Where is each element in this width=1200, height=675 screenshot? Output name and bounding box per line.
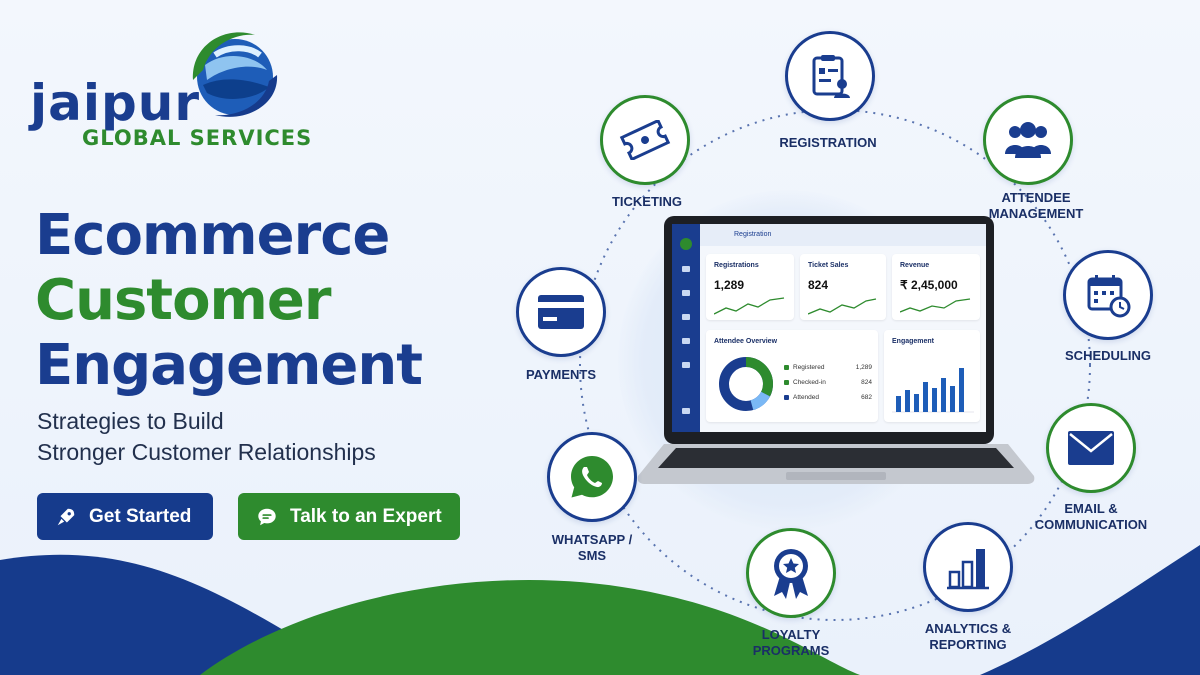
hero-title-line3: Engagement [35, 333, 423, 398]
engagement-title: Engagement [892, 338, 935, 345]
feature-analytics-label: ANALYTICS & REPORTING [924, 621, 1012, 653]
legend-checked-in: Checked-in 824 [784, 379, 872, 386]
legend-label: Checked-in [793, 379, 826, 386]
feature-ticketing-circle[interactable] [600, 95, 690, 185]
feature-email-label: EMAIL & COMMUNICATION [1034, 501, 1148, 533]
stat-title: Ticket Sales [808, 262, 849, 269]
brand-name-top: jaipur [30, 74, 201, 132]
chat-icon [258, 508, 276, 525]
stat-title: Registrations [714, 262, 759, 269]
attendee-overview-card: Attendee Overview Registered 1,289 Check… [706, 330, 878, 422]
whatsapp-icon [571, 456, 613, 498]
get-started-button[interactable]: Get Started [37, 493, 213, 540]
stat-card-ticket-sales: Ticket Sales 824 [800, 254, 886, 320]
feature-whatsapp-circle[interactable] [547, 432, 637, 522]
legend-value: 1,289 [855, 364, 872, 371]
feature-registration-label: REGISTRATION [779, 135, 877, 150]
get-started-label: Get Started [89, 505, 192, 527]
clipboard-user-icon [812, 55, 850, 98]
feature-email-circle[interactable] [1046, 403, 1136, 493]
rocket-icon [57, 508, 75, 525]
dashboard-sidebar [672, 224, 700, 432]
bar-chart-icon [947, 549, 989, 590]
ticket-icon [619, 120, 671, 160]
feature-scheduling-circle[interactable] [1063, 250, 1153, 340]
sparkline [900, 298, 971, 313]
engagement-card: Engagement [884, 330, 980, 422]
hero-subtitle-line1: Strategies to Build [37, 408, 224, 434]
award-icon [774, 549, 808, 599]
hero-subtitle-line2: Stronger Customer Relationships [37, 439, 376, 465]
feature-loyalty-label: LOYALTY PROGRAMS [752, 627, 830, 659]
hero-title-line2: Customer [35, 268, 331, 333]
envelope-icon [1068, 431, 1114, 465]
laptop-keyboard-base [637, 444, 1035, 484]
feature-scheduling-label: SCHEDULING [1065, 348, 1151, 363]
dashboard-header: Registration [700, 224, 986, 246]
hero-title-line1: Ecommerce [35, 203, 390, 268]
feature-analytics-circle[interactable] [923, 522, 1013, 612]
overview-title: Attendee Overview [714, 338, 778, 345]
talk-to-expert-button[interactable]: Talk to an Expert [238, 493, 460, 540]
stat-card-revenue: Revenue ₹ 2,45,000 [892, 254, 980, 320]
legend-attended: Attended 682 [784, 394, 872, 401]
talk-to-expert-label: Talk to an Expert [290, 505, 442, 527]
engagement-bar-chart [892, 368, 974, 413]
legend-label: Registered [793, 364, 825, 371]
dashboard-screen: Registration Registrations 1,289 Ticket … [672, 224, 986, 432]
calendar-clock-icon [1087, 275, 1131, 318]
legend-value: 682 [861, 394, 872, 401]
legend-value: 824 [861, 379, 872, 386]
feature-whatsapp-label: WHATSAPP / SMS [551, 532, 633, 564]
sparkline [808, 298, 877, 315]
brand-name-bottom: GLOBAL SERVICES [82, 126, 313, 150]
credit-card-icon [538, 295, 584, 329]
sparkline [714, 297, 785, 315]
feature-attendee-management-label: ATTENDEE MANAGEMENT [988, 190, 1084, 222]
donut-chart [719, 357, 773, 411]
feature-ticketing-label: TICKETING [611, 194, 683, 209]
stat-title: Revenue [900, 262, 930, 269]
legend-label: Attended [793, 394, 820, 401]
feature-attendee-management-circle[interactable] [983, 95, 1073, 185]
stat-value: 824 [808, 278, 829, 292]
feature-payments-circle[interactable] [516, 267, 606, 357]
stat-value: ₹ 2,45,000 [900, 278, 958, 292]
legend-registered: Registered 1,289 [784, 364, 872, 371]
feature-loyalty-circle[interactable] [746, 528, 836, 618]
feature-payments-label: PAYMENTS [525, 367, 597, 382]
group-icon [1005, 122, 1051, 158]
stat-value: 1,289 [714, 278, 745, 292]
stat-card-registrations: Registrations 1,289 [706, 254, 794, 320]
feature-registration-circle[interactable] [785, 31, 875, 121]
